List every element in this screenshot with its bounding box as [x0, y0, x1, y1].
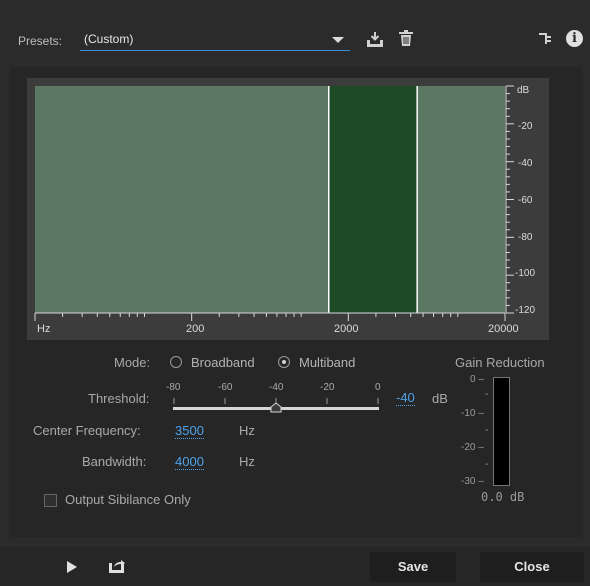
threshold-slider[interactable] — [170, 396, 382, 416]
gain-reduction-meter — [493, 377, 510, 486]
broadband-label[interactable]: Broadband — [191, 355, 255, 370]
play-icon[interactable] — [66, 560, 78, 577]
routing-icon[interactable] — [538, 32, 554, 50]
multiband-label[interactable]: Multiband — [299, 355, 355, 370]
threshold-slider-thumb — [270, 402, 282, 413]
threshold-value[interactable]: -40 — [396, 390, 415, 406]
threshold-scale-label: -60 — [218, 382, 233, 393]
save-button[interactable]: Save — [370, 552, 456, 582]
bandwidth-unit: Hz — [239, 454, 255, 469]
bandwidth-label: Bandwidth: — [82, 454, 147, 469]
threshold-scale-label: 0 — [375, 382, 381, 393]
x-tick-label: 2000 — [334, 323, 359, 335]
graph-background — [35, 86, 505, 313]
center-frequency-unit: Hz — [239, 423, 255, 438]
threshold-scale-label: -40 — [269, 382, 284, 393]
radio-multiband[interactable] — [278, 356, 290, 368]
gr-minor-tick: - — [485, 425, 489, 436]
radio-broadband[interactable] — [170, 356, 182, 368]
x-unit-label: Hz — [37, 323, 51, 335]
frequency-graph-plot — [34, 85, 514, 321]
gr-tick-label: 0 – — [470, 374, 484, 385]
output-sibilance-label[interactable]: Output Sibilance Only — [65, 492, 191, 507]
gain-reduction-label: Gain Reduction — [455, 355, 545, 370]
presets-label: Presets: — [18, 34, 63, 48]
bandwidth-value[interactable]: 4000 — [175, 454, 204, 470]
threshold-scale-label: -80 — [166, 382, 181, 393]
gr-tick-label: -20 – — [461, 442, 484, 453]
x-tick-label: 20000 — [488, 323, 519, 335]
db-tick-label: -80 — [518, 232, 533, 243]
gr-tick-label: -30 – — [461, 476, 484, 487]
y-unit-label: dB — [517, 85, 530, 96]
db-tick-label: -20 — [518, 121, 533, 132]
center-frequency-value[interactable]: 3500 — [175, 423, 204, 439]
db-tick-label: -100 — [515, 268, 536, 279]
gr-minor-tick: - — [485, 389, 489, 400]
chevron-down-icon — [332, 37, 344, 43]
center-frequency-label: Center Frequency: — [33, 423, 141, 438]
gr-tick-label: -10 – — [461, 408, 484, 419]
mode-label: Mode: — [114, 355, 151, 370]
trash-icon[interactable] — [399, 30, 413, 51]
threshold-label: Threshold: — [88, 391, 150, 406]
preset-dropdown[interactable]: (Custom) — [80, 28, 350, 51]
output-sibilance-checkbox[interactable] — [44, 494, 57, 507]
threshold-scale-label: -20 — [320, 382, 335, 393]
export-icon[interactable] — [108, 558, 126, 577]
close-button[interactable]: Close — [480, 552, 584, 582]
gain-reduction-readout: 0.0 dB — [481, 490, 525, 504]
db-tick-label: -40 — [518, 158, 533, 169]
save-preset-icon[interactable] — [366, 31, 384, 52]
db-tick-label: -60 — [518, 195, 533, 206]
preset-value: (Custom) — [84, 32, 134, 46]
info-icon[interactable]: i — [566, 30, 583, 47]
db-tick-label: -120 — [515, 305, 536, 316]
x-tick-label: 200 — [186, 323, 205, 335]
threshold-unit: dB — [432, 391, 448, 406]
gr-minor-tick: - — [485, 459, 489, 470]
band-region — [328, 86, 418, 313]
